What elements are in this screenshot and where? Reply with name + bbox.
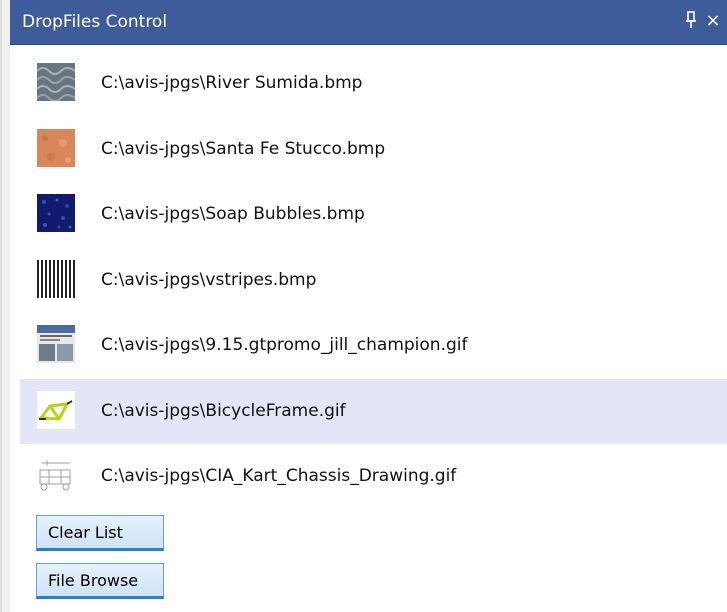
list-item[interactable]: C:\avis-jpgs\vstripes.bmp <box>20 248 727 314</box>
file-path: C:\avis-jpgs\9.15.gtpromo_jill_champion.… <box>101 335 468 355</box>
close-icon[interactable]: × <box>704 11 722 31</box>
list-item[interactable]: C:\avis-jpgs\9.15.gtpromo_jill_champion.… <box>20 313 727 379</box>
soap-bubbles-thumb <box>37 194 75 232</box>
dropfiles-panel: DropFiles Control × C:\avis-jpgs\River S… <box>10 0 727 612</box>
file-path: C:\avis-jpgs\River Sumida.bmp <box>101 73 363 93</box>
gtpromo-thumb <box>37 325 75 363</box>
vstripes-thumb <box>37 259 75 298</box>
list-item[interactable]: C:\avis-jpgs\River Sumida.bmp <box>20 51 727 117</box>
panel-titlebar: DropFiles Control × <box>10 0 727 45</box>
santa-fe-stucco-thumb <box>37 128 75 167</box>
file-path: C:\avis-jpgs\Santa Fe Stucco.bmp <box>101 138 386 159</box>
file-path: C:\avis-jpgs\CIA_Kart_Chassis_Drawing.gi… <box>101 466 457 486</box>
panel-title: DropFiles Control <box>22 12 168 32</box>
clear-list-button[interactable]: Clear List <box>36 515 164 551</box>
file-browse-button[interactable]: File Browse <box>36 563 164 599</box>
list-item[interactable]: C:\avis-jpgs\Soap Bubbles.bmp <box>20 182 727 248</box>
list-item-selected[interactable]: C:\avis-jpgs\BicycleFrame.gif <box>20 378 727 444</box>
file-path: C:\avis-jpgs\BicycleFrame.gif <box>101 400 346 421</box>
file-path: C:\avis-jpgs\vstripes.bmp <box>101 269 317 290</box>
file-path: C:\avis-jpgs\Soap Bubbles.bmp <box>101 204 365 224</box>
file-list[interactable]: C:\avis-jpgs\River Sumida.bmp C:\avis-jp… <box>20 51 727 510</box>
left-edge <box>0 0 10 612</box>
kart-chassis-thumb <box>37 456 75 494</box>
list-item[interactable]: C:\avis-jpgs\Santa Fe Stucco.bmp <box>20 117 727 183</box>
river-sumida-thumb <box>37 63 75 101</box>
pin-icon[interactable] <box>682 11 700 31</box>
bicycle-frame-thumb <box>37 390 75 429</box>
list-item[interactable]: C:\avis-jpgs\CIA_Kart_Chassis_Drawing.gi… <box>20 444 727 510</box>
